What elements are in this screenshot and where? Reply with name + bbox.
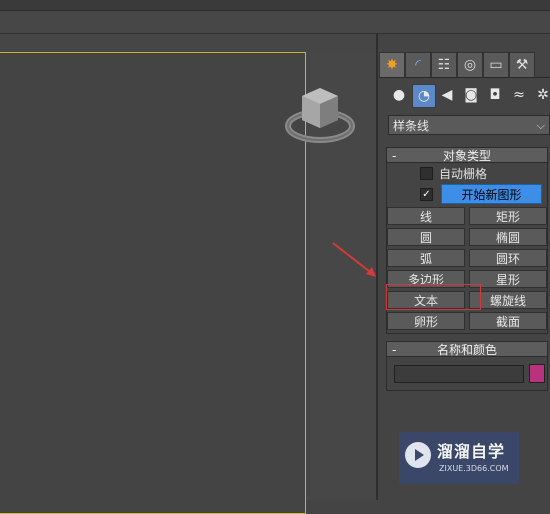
lights-icon: ◀ xyxy=(441,87,453,103)
tab-divider xyxy=(379,77,550,78)
display-monitor-icon: ▭ xyxy=(489,57,503,73)
start-new-shape-checkbox[interactable]: ✓ xyxy=(420,187,433,201)
spacewarps-button[interactable]: ≈ xyxy=(508,84,530,106)
geometry-sphere-icon: ● xyxy=(392,87,406,103)
object-color-swatch[interactable] xyxy=(529,364,545,383)
shapes-icon: ◔ xyxy=(417,88,431,104)
text-button-highlight xyxy=(386,284,481,310)
chevron-down-icon: ⌵ xyxy=(536,119,545,132)
motion-icon: ◎ xyxy=(463,57,477,73)
category-dropdown-value: 样条线 xyxy=(393,119,430,133)
donut-button[interactable]: 圆环 xyxy=(469,249,547,267)
name-and-color-title: 名称和颜色 xyxy=(436,343,497,357)
circle-button[interactable]: 圆 xyxy=(387,228,465,246)
tab-create[interactable]: ✸ xyxy=(379,52,405,77)
spacewarps-icon: ≈ xyxy=(513,87,525,103)
watermark-url: ZIXUE.3D66.COM xyxy=(439,464,509,473)
systems-button[interactable]: ✲ xyxy=(532,84,550,106)
watermark-logo-icon xyxy=(405,442,431,468)
systems-icon: ✲ xyxy=(537,87,549,103)
tab-modify[interactable]: ◜ xyxy=(405,52,431,77)
object-type-title: 对象类型 xyxy=(442,149,491,163)
ellipse-button[interactable]: 椭圆 xyxy=(469,228,547,246)
category-dropdown[interactable]: 样条线 ⌵ xyxy=(388,115,550,135)
helpers-button[interactable]: ◘ xyxy=(484,84,506,106)
rectangle-button[interactable]: 矩形 xyxy=(469,207,547,225)
viewcube-icon[interactable] xyxy=(284,82,356,146)
object-name-input[interactable] xyxy=(394,365,524,383)
auto-grid-label: 自动栅格 xyxy=(439,166,488,181)
egg-button[interactable]: 卵形 xyxy=(387,312,465,330)
hierarchy-icon: ☷ xyxy=(437,57,451,73)
start-new-shape-row[interactable]: ✓ xyxy=(420,186,439,202)
object-type-rollout-header[interactable]: - 对象类型 xyxy=(386,147,548,163)
subcategory-toolbar: ● ◔ ◀ ◙ ◘ ≈ ✲ xyxy=(386,84,550,108)
tab-motion[interactable]: ◎ xyxy=(457,52,483,77)
auto-grid-checkbox[interactable] xyxy=(420,166,433,180)
auto-grid-row[interactable]: 自动栅格 xyxy=(420,165,487,181)
watermark: 溜溜自学 ZIXUE.3D66.COM xyxy=(399,432,519,484)
line-button[interactable]: 线 xyxy=(387,207,465,225)
tab-display[interactable]: ▭ xyxy=(483,52,509,77)
section-button[interactable]: 截面 xyxy=(469,312,547,330)
create-star-icon: ✸ xyxy=(386,57,398,73)
helpers-icon: ◘ xyxy=(489,87,501,103)
modify-curve-icon: ◜ xyxy=(415,57,421,73)
toolbar xyxy=(0,11,550,34)
utilities-hammer-icon: ⚒ xyxy=(515,57,529,73)
geometry-button[interactable]: ● xyxy=(388,84,410,106)
name-and-color-rollout-header[interactable]: - 名称和颜色 xyxy=(386,341,548,357)
shapes-button[interactable]: ◔ xyxy=(412,84,436,108)
start-new-shape-button[interactable]: 开始新图形 xyxy=(441,184,542,204)
active-viewport[interactable] xyxy=(0,52,306,514)
tab-utilities[interactable]: ⚒ xyxy=(509,52,535,77)
cameras-icon: ◙ xyxy=(464,87,478,103)
title-bar xyxy=(0,0,550,11)
red-arrow-annotation-icon xyxy=(332,242,376,277)
command-panel-tabs: ✸ ◜ ☷ ◎ ▭ ⚒ xyxy=(379,52,550,78)
collapse-minus-icon: - xyxy=(392,149,397,163)
arc-button[interactable]: 弧 xyxy=(387,249,465,267)
watermark-title: 溜溜自学 xyxy=(437,442,506,461)
lights-button[interactable]: ◀ xyxy=(436,84,458,106)
collapse-minus-icon: - xyxy=(392,343,397,357)
cameras-button[interactable]: ◙ xyxy=(460,84,482,106)
tab-hierarchy[interactable]: ☷ xyxy=(431,52,457,77)
